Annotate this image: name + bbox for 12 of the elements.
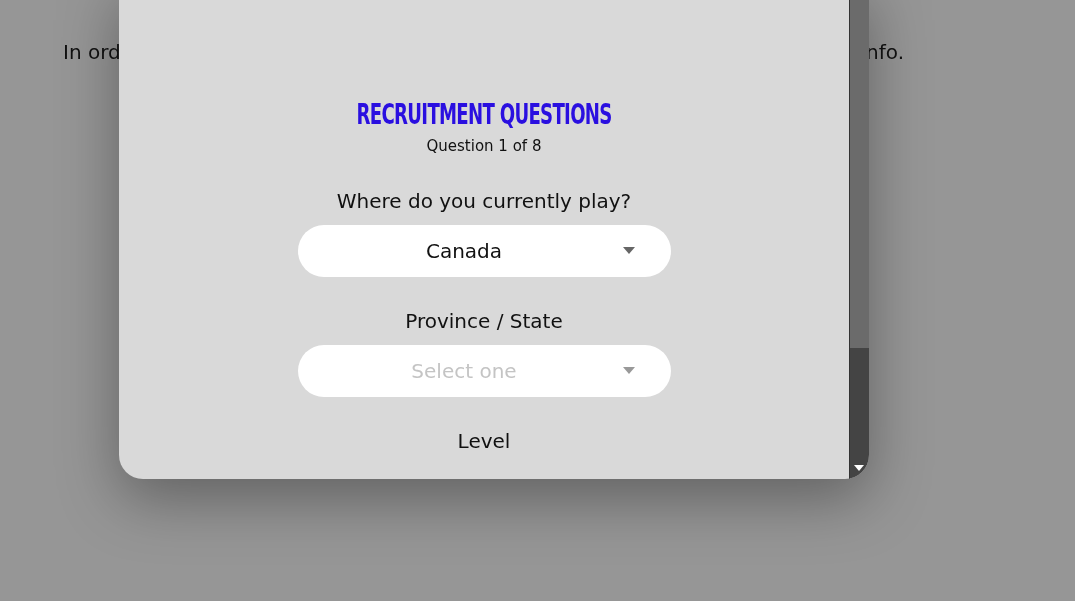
caret-icon [622,367,635,374]
field-label: Province / State [405,309,563,333]
field-label: Where do you currently play? [336,189,632,213]
field-label: Level [457,429,511,453]
scrollbar[interactable] [849,0,869,479]
dialog-title: RECRUITMENT QUESTIONS [356,98,612,131]
question-counter: Question 1 of 8 [426,137,542,155]
scroll-down-icon[interactable] [854,465,864,471]
caret-icon [622,247,635,254]
scrollbar-thumb[interactable] [850,0,869,348]
intro-text: In ord [63,40,121,64]
dropdown-field[interactable]: Canada [297,225,671,277]
